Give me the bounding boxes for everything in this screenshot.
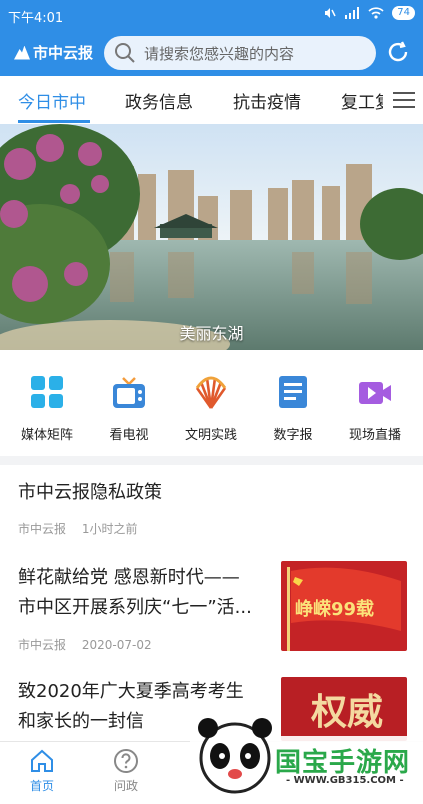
newspaper-icon — [279, 376, 307, 408]
banner-image — [0, 124, 423, 350]
wifi-icon — [368, 7, 384, 19]
shortcut-label: 数字报 — [273, 428, 313, 443]
news-thumbnail: 峥嵘99载 — [281, 561, 407, 651]
battery-indicator: 74 — [392, 6, 415, 20]
shortcut-digital-paper[interactable]: 数字报 — [253, 374, 333, 443]
news-meta: 市中云报 2020-07-02 — [18, 636, 164, 653]
thumbnail-text: 峥嵘99载 — [295, 599, 375, 620]
watermark-text: 国宝手游网 — [275, 748, 411, 778]
shortcut-civilization[interactable]: 文明实践 — [171, 374, 251, 443]
tab-government[interactable]: 政务信息 — [125, 88, 193, 113]
refresh-icon[interactable] — [385, 39, 411, 65]
news-item-july-first[interactable]: 鲜花献给党 感恩新时代—— 市中区开展系列庆“七一”活... 市中云报 2020… — [0, 547, 423, 667]
news-source: 市中云报 — [18, 522, 67, 536]
app-header: 市中云报 请搜索您感兴趣的内容 — [0, 30, 423, 76]
menu-icon — [393, 92, 415, 94]
news-title: 鲜花献给党 感恩新时代—— 市中区开展系列庆“七一”活... — [18, 563, 252, 623]
news-title-line: 市中区开展系列庆“七一”活... — [18, 597, 252, 618]
shortcut-label: 文明实践 — [184, 428, 237, 443]
active-tab-indicator — [18, 120, 90, 123]
shortcut-label: 现场直播 — [348, 428, 401, 443]
logo-icon — [14, 45, 30, 60]
tv-icon — [113, 377, 145, 408]
banner-caption: 美丽东湖 — [179, 324, 244, 343]
nav-label: 问政 — [113, 779, 138, 793]
nav-label: 首页 — [29, 779, 54, 793]
news-title-line: 致2020年广大夏季高考考生 — [18, 681, 244, 702]
news-time: 2020-07-02 — [81, 638, 152, 652]
shortcut-label: 媒体矩阵 — [20, 428, 73, 443]
shortcut-label: 看电视 — [109, 428, 149, 443]
tab-epidemic[interactable]: 抗击疫情 — [233, 88, 301, 113]
news-source: 市中云报 — [18, 638, 67, 652]
status-time: 下午4:01 — [8, 11, 64, 26]
nav-inquiry[interactable]: 问政 — [96, 748, 156, 794]
mute-icon — [325, 8, 336, 18]
section-divider — [0, 456, 423, 465]
search-input[interactable]: 请搜索您感兴趣的内容 — [104, 36, 376, 70]
logo-text: 市中云报 — [33, 44, 94, 62]
shortcut-tv[interactable]: 看电视 — [89, 374, 169, 443]
status-bar: 下午4:01 74 — [0, 0, 423, 30]
nav-home[interactable]: 首页 — [12, 748, 72, 794]
category-tabs: 今日市中 政务信息 抗击疫情 复工复 — [0, 76, 423, 125]
signal-icon — [345, 7, 360, 19]
search-placeholder: 请搜索您感兴趣的内容 — [144, 44, 295, 63]
app-logo: 市中云报 — [14, 42, 93, 63]
news-item-privacy[interactable]: 市中云报隐私政策 市中云报 1小时之前 — [0, 465, 423, 547]
video-icon — [359, 382, 391, 404]
news-meta: 市中云报 1小时之前 — [18, 520, 149, 537]
watermark-url: - WWW.GB315.COM - — [286, 775, 404, 786]
shortcut-live[interactable]: 现场直播 — [335, 374, 415, 443]
question-icon — [114, 749, 138, 773]
shortcut-row: 媒体矩阵 看电视 文明实践 数字报 现场直播 — [0, 350, 423, 456]
status-icons: 74 — [322, 6, 415, 20]
news-time: 1小时之前 — [81, 522, 138, 536]
banner-carousel[interactable]: 美丽东湖 — [0, 124, 423, 350]
search-icon — [115, 43, 135, 63]
tab-menu-button[interactable] — [383, 76, 423, 124]
home-icon — [31, 749, 53, 772]
tab-today[interactable]: 今日市中 — [18, 88, 86, 113]
fan-icon — [195, 376, 227, 409]
shortcut-media-matrix[interactable]: 媒体矩阵 — [7, 374, 87, 443]
grid-icon — [31, 376, 63, 408]
news-title-line: 鲜花献给党 感恩新时代—— — [18, 567, 240, 588]
news-title: 市中云报隐私政策 — [18, 482, 162, 503]
